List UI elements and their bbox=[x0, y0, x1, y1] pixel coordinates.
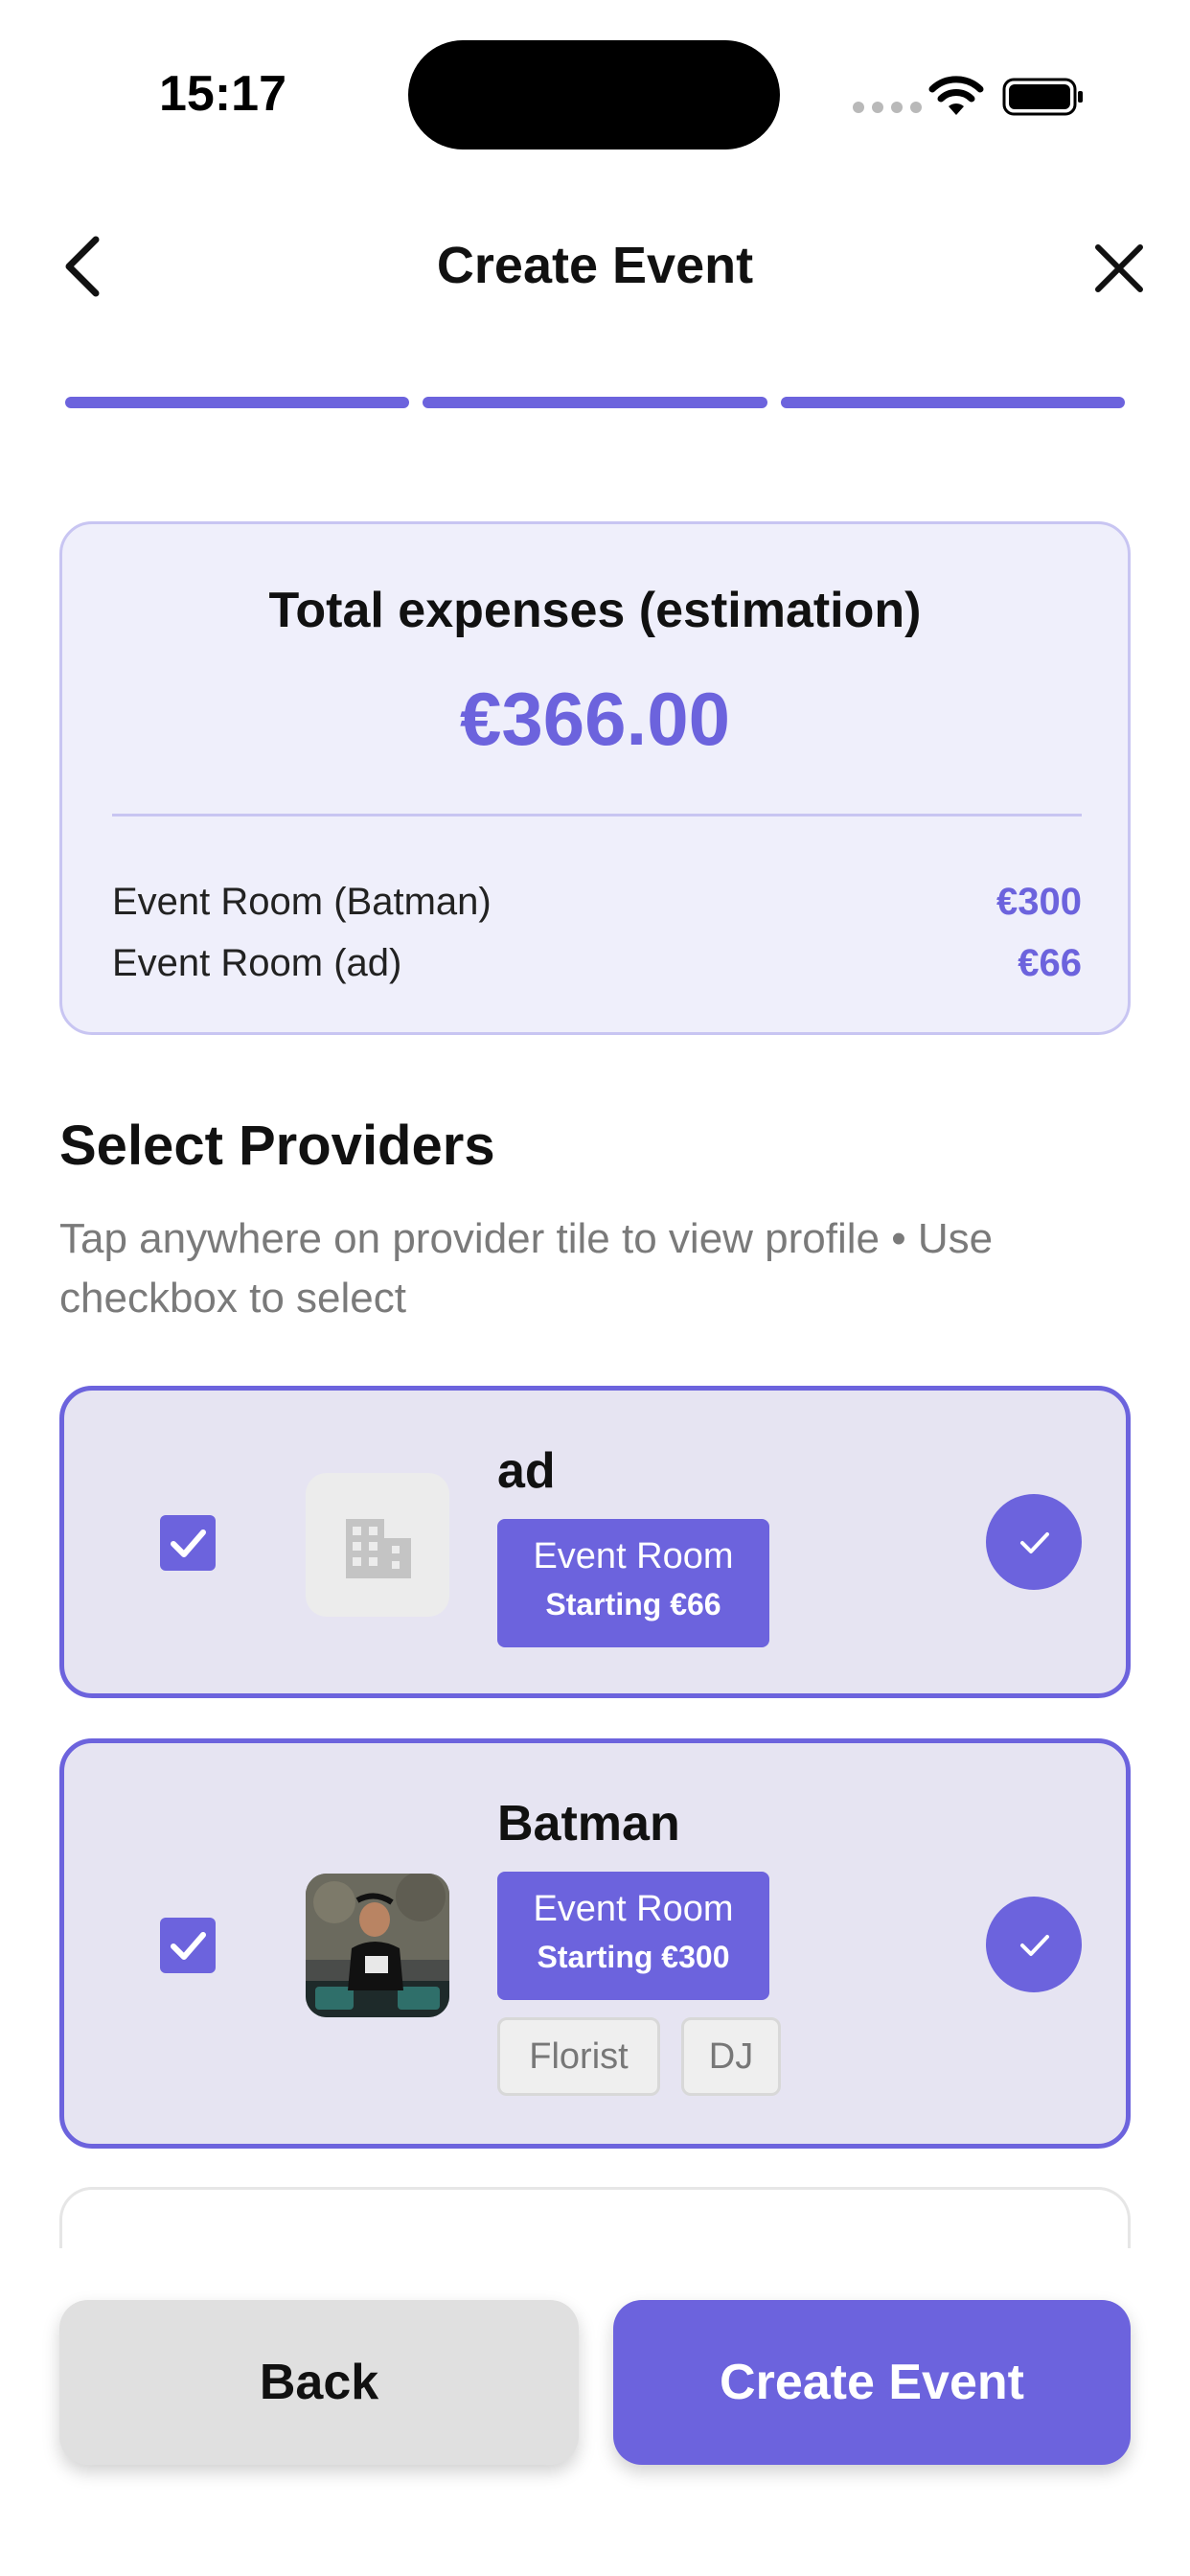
cellular-signal-icon bbox=[853, 102, 922, 113]
provider-card-batman[interactable]: Batman Event Room Starting €300 Florist … bbox=[59, 1738, 1131, 2149]
expenses-card: Total expenses (estimation) €366.00 Even… bbox=[59, 521, 1131, 1035]
section-title: Select Providers bbox=[59, 1115, 495, 1177]
service-tag-primary: Event Room Starting €300 bbox=[497, 1872, 769, 2000]
create-event-button[interactable]: Create Event bbox=[613, 2300, 1131, 2465]
expense-name: Event Room (Batman) bbox=[112, 881, 492, 923]
progress-step-2 bbox=[423, 397, 767, 408]
service-tag-florist: Florist bbox=[497, 2017, 660, 2096]
provider-name: ad bbox=[497, 1443, 556, 1499]
back-button[interactable]: Back bbox=[59, 2300, 579, 2465]
battery-icon bbox=[1002, 78, 1083, 116]
expense-amount: €300 bbox=[996, 881, 1082, 923]
expense-row: Event Room (Batman) €300 bbox=[112, 881, 1082, 924]
checkmark-icon bbox=[171, 1530, 206, 1557]
checkmark-icon bbox=[1020, 1935, 1049, 1956]
progress-step-3 bbox=[780, 397, 1125, 408]
header: Create Event bbox=[0, 211, 1190, 326]
expense-row: Event Room (ad) €66 bbox=[112, 942, 1082, 985]
service-label: Event Room bbox=[533, 1536, 734, 1576]
service-price: Starting €66 bbox=[545, 1587, 721, 1622]
service-price: Starting €300 bbox=[537, 1940, 730, 1974]
checkmark-icon bbox=[171, 1932, 206, 1960]
expense-name: Event Room (ad) bbox=[112, 942, 402, 984]
expenses-total: €366.00 bbox=[460, 677, 730, 761]
service-label: Event Room bbox=[533, 1889, 734, 1929]
selected-indicator[interactable] bbox=[986, 1897, 1082, 1992]
divider bbox=[112, 814, 1082, 816]
provider-checkbox[interactable] bbox=[160, 1918, 216, 1973]
section-subtitle: Tap anywhere on provider tile to view pr… bbox=[59, 1215, 994, 1322]
step-progress bbox=[65, 397, 1125, 408]
status-bar: 15:17 bbox=[0, 0, 1190, 192]
expenses-title: Total expenses (estimation) bbox=[268, 583, 922, 638]
provider-checkbox[interactable] bbox=[160, 1515, 216, 1571]
service-tag-dj: DJ bbox=[681, 2017, 781, 2096]
page-title: Create Event bbox=[436, 237, 754, 294]
provider-name: Batman bbox=[497, 1796, 680, 1852]
status-time: 15:17 bbox=[159, 66, 286, 122]
building-icon bbox=[306, 1473, 449, 1617]
service-tag-primary: Event Room Starting €66 bbox=[497, 1519, 769, 1647]
expense-amount: €66 bbox=[1018, 942, 1082, 984]
provider-photo bbox=[306, 1874, 449, 2017]
provider-card-ad[interactable]: ad Event Room Starting €66 bbox=[59, 1386, 1131, 1698]
wifi-icon bbox=[928, 76, 984, 115]
dynamic-island bbox=[408, 40, 780, 150]
selected-indicator[interactable] bbox=[986, 1494, 1082, 1590]
progress-step-1 bbox=[65, 397, 410, 408]
checkmark-icon bbox=[1020, 1532, 1049, 1553]
close-icon[interactable] bbox=[1088, 238, 1150, 299]
